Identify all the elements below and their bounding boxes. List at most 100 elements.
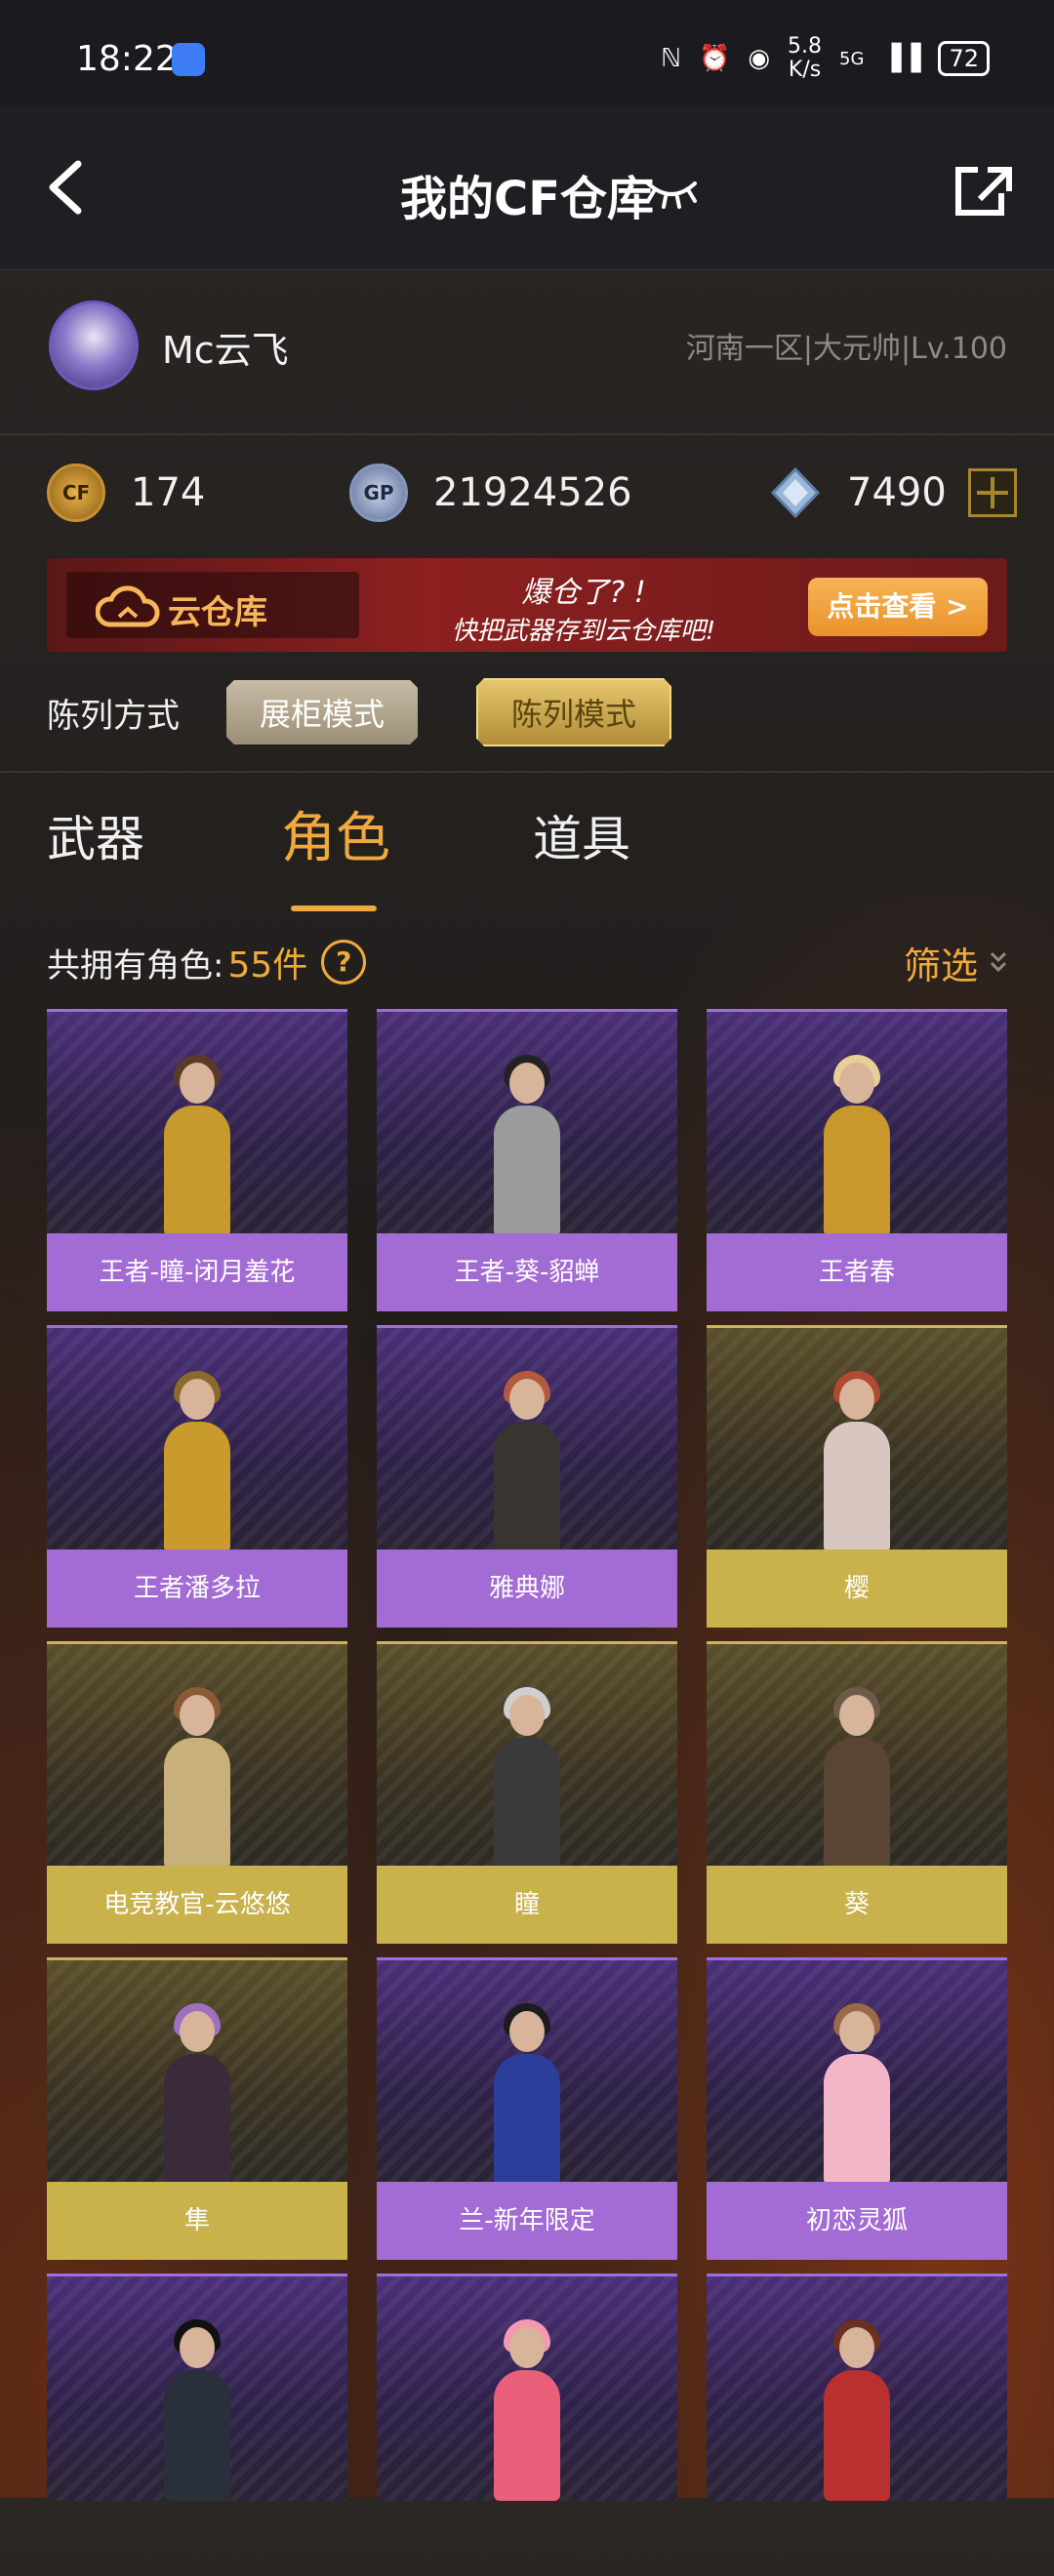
character-outfit: [164, 1106, 230, 1236]
speed-unit: K/s: [788, 58, 822, 82]
character-card[interactable]: 王者潘多拉: [47, 1325, 347, 1628]
currency-gp: GP 21924526: [349, 459, 632, 527]
character-head: [839, 1379, 874, 1420]
character-portrait: [377, 1325, 677, 1552]
gp-coin-icon: GP: [349, 463, 408, 522]
avatar[interactable]: [49, 301, 139, 390]
character-outfit: [494, 1422, 560, 1552]
character-figure: [478, 1367, 576, 1552]
character-outfit: [824, 2370, 890, 2501]
section-divider: [0, 771, 1054, 773]
alarm-icon: ⏰: [698, 44, 731, 73]
character-name: 王者-葵-貂蝉: [377, 1233, 677, 1311]
character-head: [839, 2011, 874, 2052]
cloud-house-icon: [96, 585, 160, 627]
active-tab-indicator: [291, 906, 377, 911]
help-icon[interactable]: ?: [321, 940, 367, 985]
title-bar: 我的CF仓库: [0, 105, 1054, 270]
status-icons: ℕ ⏰ ◉ 5.8 K/s 5G ▐▐ 72: [661, 35, 990, 82]
add-currency-button[interactable]: [967, 468, 1017, 517]
location-icon: ◉: [748, 44, 771, 73]
filter-label: 筛选: [903, 944, 978, 987]
character-count-row: 共拥有角色: 55件 ?: [47, 935, 367, 989]
character-card[interactable]: 樱: [707, 1325, 1007, 1628]
character-outfit: [824, 1106, 890, 1236]
page-title: 我的CF仓库: [399, 172, 655, 226]
character-figure: [478, 2315, 576, 2501]
showcase-mode-button[interactable]: 展柜模式: [226, 680, 418, 745]
character-outfit: [494, 2370, 560, 2501]
character-figure: [148, 1367, 246, 1552]
server-rank-level: 河南一区|大元帅|Lv.100: [685, 332, 1007, 366]
cloud-warehouse-title: 云仓库: [168, 593, 267, 632]
signal-icon: ▐▐: [881, 44, 921, 73]
view-cloud-button[interactable]: 点击查看 >: [808, 578, 988, 636]
filter-button[interactable]: 筛选: [904, 935, 1007, 989]
character-figure: [148, 1683, 246, 1869]
character-figure: [808, 1367, 906, 1552]
character-outfit: [164, 2370, 230, 2501]
gp-coin-value: 21924526: [433, 470, 632, 515]
character-head: [509, 1379, 545, 1420]
character-name: 初恋灵狐: [707, 2182, 1007, 2260]
character-card[interactable]: [47, 2274, 347, 2576]
battery-level: 72: [938, 41, 990, 76]
character-head: [180, 1695, 215, 1736]
character-card[interactable]: 瞳: [377, 1641, 677, 1944]
character-card[interactable]: 王者-瞳-闭月羞花: [47, 1009, 347, 1311]
network-speed: 5.8 K/s: [788, 35, 822, 82]
character-card[interactable]: 隼: [47, 1957, 347, 2260]
character-card[interactable]: 初恋灵狐: [707, 1957, 1007, 2260]
character-figure: [808, 2315, 906, 2501]
character-figure: [478, 1683, 576, 1869]
character-card[interactable]: 王者-葵-貂蝉: [377, 1009, 677, 1311]
cf-coin-value: 174: [131, 470, 206, 515]
tab-weapons[interactable]: 武器: [47, 800, 144, 870]
hide-eye-icon[interactable]: [644, 174, 699, 213]
character-portrait: [377, 1957, 677, 2185]
character-head: [509, 2327, 545, 2368]
diamond-value: 7490: [847, 470, 947, 515]
cloud-warehouse-label-box: 云仓库: [66, 572, 359, 638]
character-card[interactable]: 王者春: [707, 1009, 1007, 1311]
character-card[interactable]: 电竞教官-云悠悠: [47, 1641, 347, 1944]
count-value: 55件: [227, 946, 308, 986]
character-head: [180, 1063, 215, 1104]
chevron-down-icon: [990, 951, 1007, 973]
display-mode-label: 陈列方式: [47, 696, 180, 736]
profile-section: Mc云飞 河南一区|大元帅|Lv.100: [0, 269, 1054, 435]
tab-characters[interactable]: 角色: [281, 794, 390, 873]
character-figure: [478, 1999, 576, 2185]
character-portrait: [377, 1641, 677, 1869]
status-bar: 18:22 ℕ ⏰ ◉ 5.8 K/s 5G ▐▐ 72: [0, 0, 1054, 105]
character-figure: [478, 1051, 576, 1236]
character-outfit: [164, 1422, 230, 1552]
share-external-icon[interactable]: [953, 164, 1015, 219]
character-head: [509, 1063, 545, 1104]
character-name: 隼: [47, 2182, 347, 2260]
character-name: 王者潘多拉: [47, 1550, 347, 1628]
character-name: 王者春: [707, 1233, 1007, 1311]
character-head: [180, 2011, 215, 2052]
character-head: [180, 1379, 215, 1420]
character-portrait: [47, 2274, 347, 2501]
status-time: 18:22: [76, 39, 178, 79]
character-figure: [148, 2315, 246, 2501]
character-card[interactable]: [377, 2274, 677, 2576]
tab-items[interactable]: 道具: [533, 800, 630, 870]
character-figure: [148, 1999, 246, 2185]
list-mode-button[interactable]: 陈列模式: [476, 678, 671, 746]
diamond-icon: [770, 466, 821, 519]
character-card[interactable]: 葵: [707, 1641, 1007, 1944]
notification-app-icon: [172, 43, 205, 76]
character-portrait: [707, 1009, 1007, 1236]
character-portrait: [377, 2274, 677, 2501]
character-portrait: [377, 1009, 677, 1236]
character-card[interactable]: [707, 2274, 1007, 2576]
character-head: [509, 1695, 545, 1736]
display-mode-row: 陈列方式 展柜模式 陈列模式: [47, 677, 730, 747]
character-outfit: [494, 1106, 560, 1236]
cloud-warehouse-banner[interactable]: 云仓库 爆仓了? ! 快把武器存到云仓库吧! 点击查看 >: [47, 558, 1007, 652]
character-card[interactable]: 雅典娜: [377, 1325, 677, 1628]
character-card[interactable]: 兰-新年限定: [377, 1957, 677, 2260]
